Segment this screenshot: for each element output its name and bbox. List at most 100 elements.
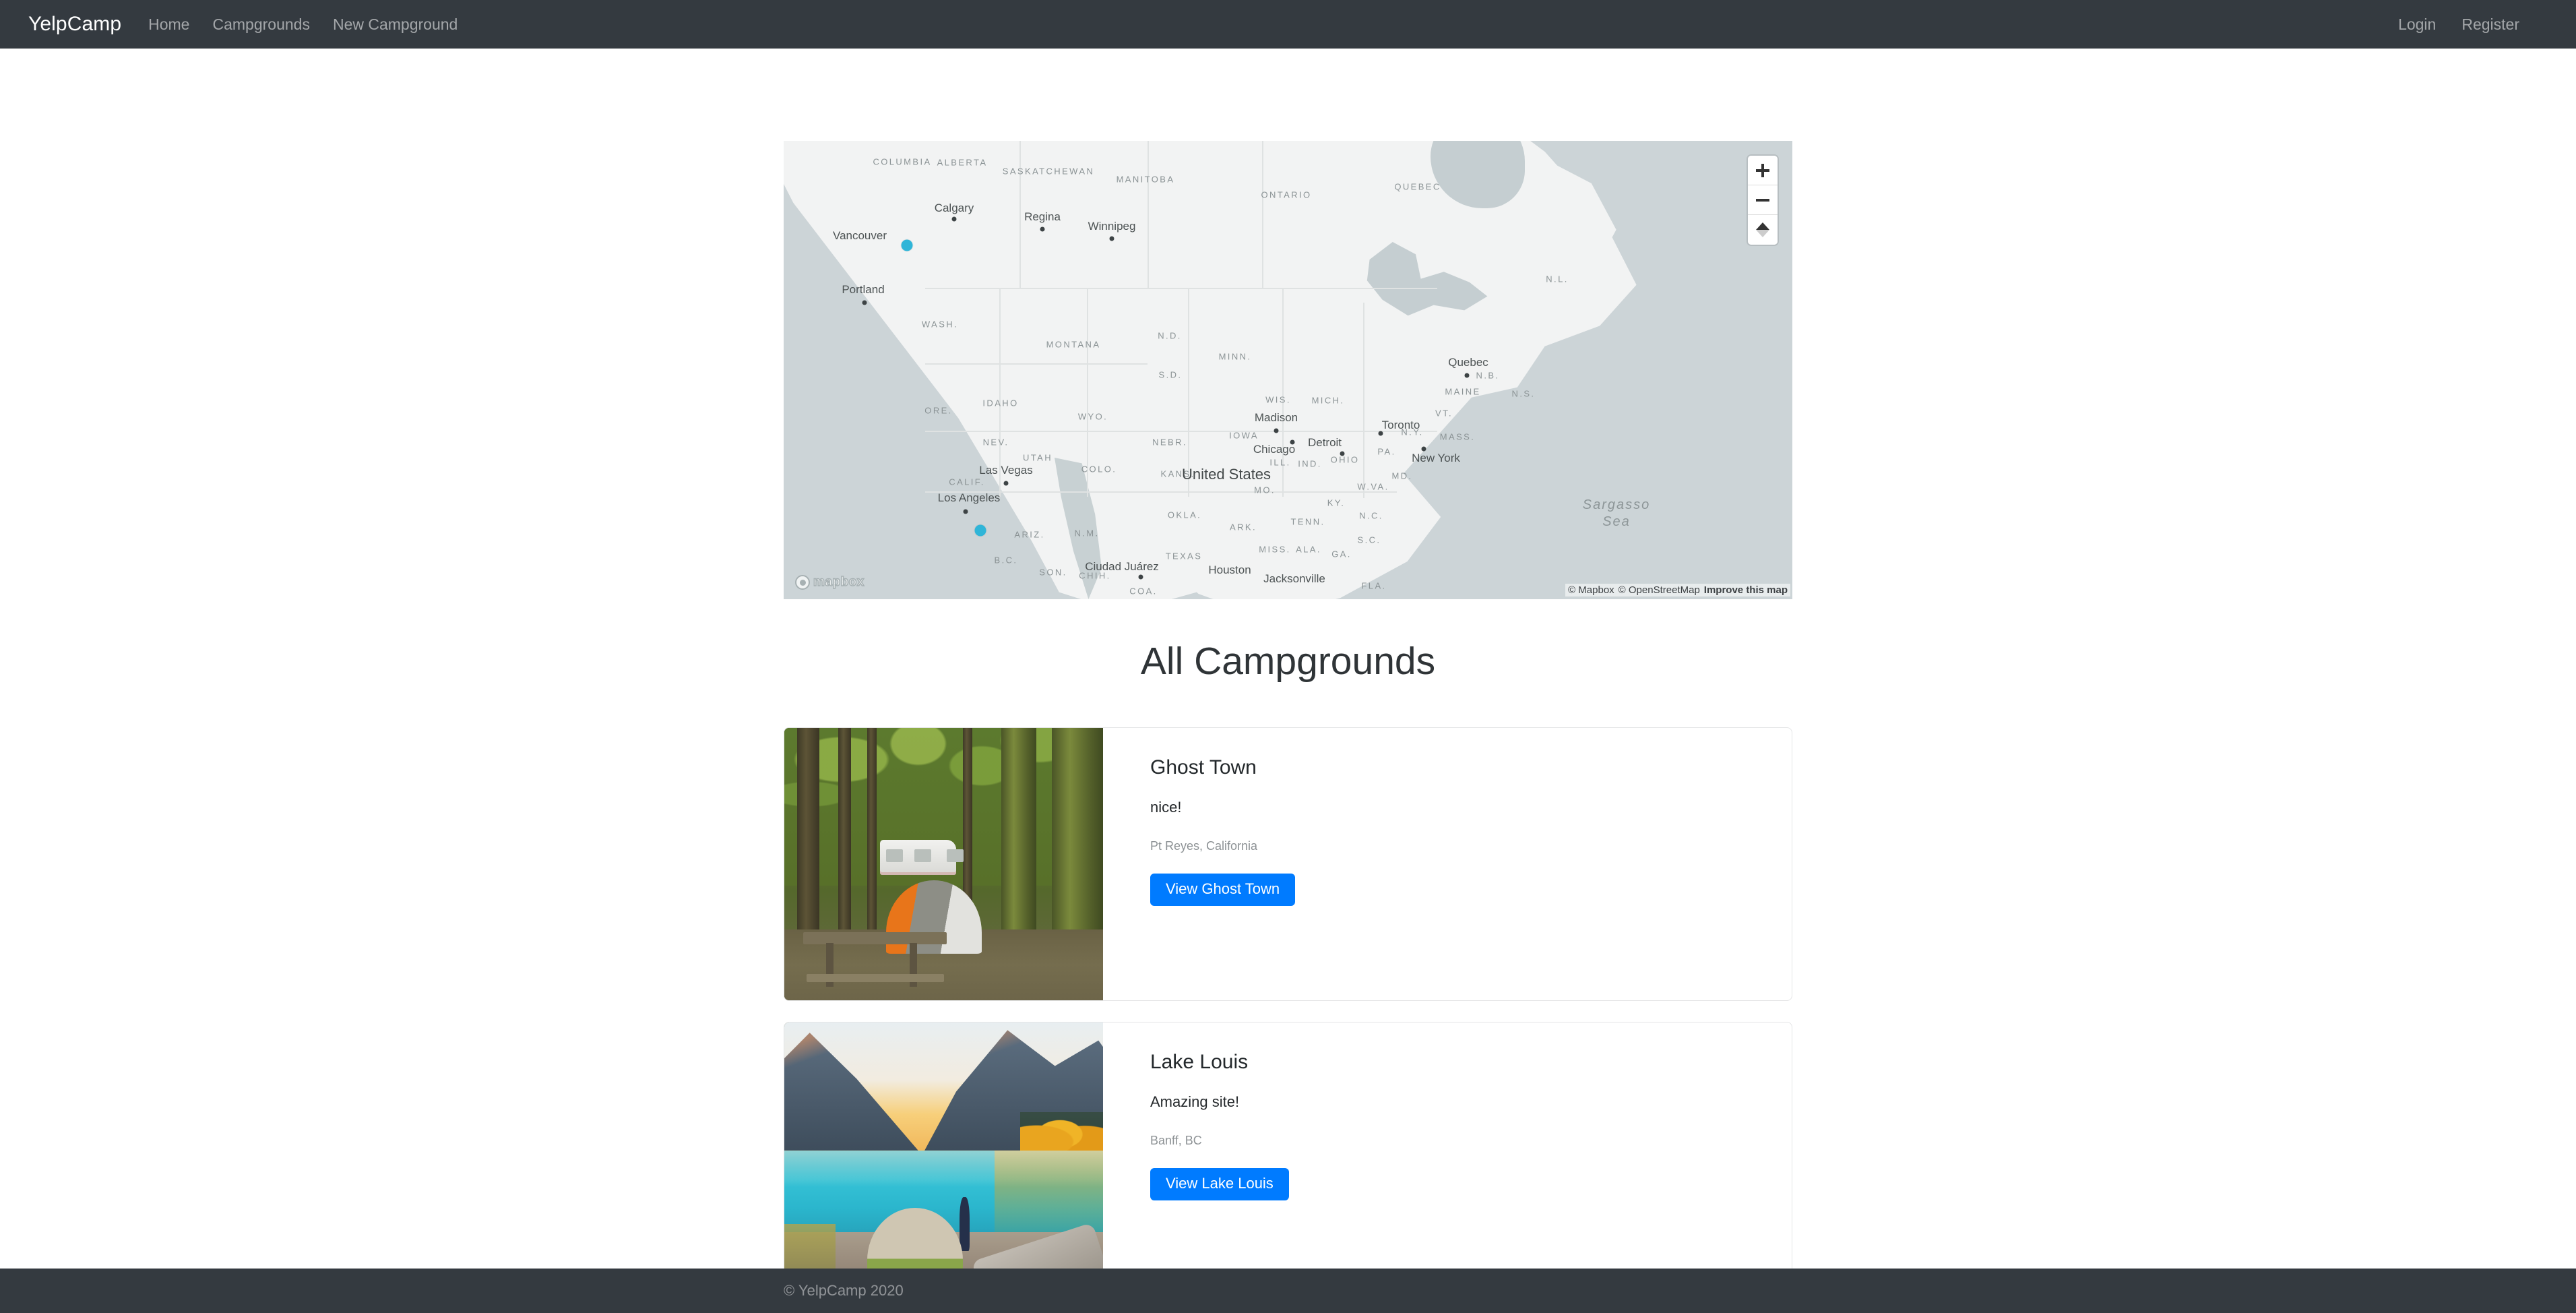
border-vertical-2 <box>1148 141 1149 288</box>
mountain-glow <box>784 1033 918 1151</box>
city-dot-los-angeles <box>963 509 968 514</box>
campground-list: Ghost Town nice! Pt Reyes, California Vi… <box>784 727 1792 1313</box>
mapbox-logo[interactable]: mapbox <box>795 574 865 590</box>
map-label-ontario: ONTARIO <box>1261 189 1312 200</box>
map-label-ill: ILL. <box>1269 457 1291 468</box>
nav-link-home[interactable]: Home <box>148 16 189 34</box>
map-label-sc: S.C. <box>1357 535 1381 545</box>
map-label-tenn: TENN. <box>1290 516 1325 527</box>
campground-description: Amazing site! <box>1150 1093 1240 1110</box>
map-marker-ghost-town[interactable] <box>974 524 986 537</box>
city-dot-portland <box>862 300 867 305</box>
main-content: COLUMBIA ALBERTA SASKATCHEWAN MANITOBA O… <box>0 49 2576 1313</box>
campground-card[interactable]: Lake Louis Amazing site! Banff, BC View … <box>784 1022 1792 1295</box>
map-label-ky: KY. <box>1327 497 1346 508</box>
mapbox-inner-dot <box>799 579 806 586</box>
grey-tent <box>867 1207 963 1279</box>
nav-links: Home Campgrounds New Campground <box>148 16 458 34</box>
map-zoom-in-button[interactable] <box>1748 156 1778 185</box>
map-label-ga: GA. <box>1331 549 1352 559</box>
map-label-nd: N.D. <box>1158 330 1182 341</box>
map-label-idaho: IDAHO <box>982 398 1019 408</box>
map-attribution: © Mapbox © OpenStreetMap Improve this ma… <box>1565 584 1790 597</box>
campground-card-body: Lake Louis Amazing site! Banff, BC View … <box>1103 1022 1792 1295</box>
map-label-houston: Houston <box>1208 563 1251 576</box>
map-label-nc: N.C. <box>1359 510 1383 521</box>
map-controls <box>1748 156 1778 245</box>
brand-logo[interactable]: YelpCamp <box>28 13 121 36</box>
map-label-bc-mex: B.C. <box>994 555 1018 566</box>
campground-location: Banff, BC <box>1150 1134 1202 1147</box>
border-state-2 <box>925 431 1437 432</box>
minus-icon <box>1756 193 1769 207</box>
campground-thumbnail <box>784 1022 1103 1295</box>
city-dot-winnipeg <box>1109 236 1114 241</box>
map-label-los-angeles: Los Angeles <box>937 491 1001 504</box>
map-label-nm: N.M. <box>1074 528 1100 539</box>
cluster-map[interactable]: COLUMBIA ALBERTA SASKATCHEWAN MANITOBA O… <box>784 141 1792 599</box>
map-label-iowa: IOWA <box>1229 430 1259 441</box>
campground-title: Lake Louis <box>1150 1051 1249 1073</box>
map-label-las-vegas: Las Vegas <box>979 464 1033 477</box>
map-compass-button[interactable] <box>1748 215 1778 245</box>
map-label-ns: N.S. <box>1511 388 1536 399</box>
map-label-texas: TEXAS <box>1165 551 1203 561</box>
map-label-quebec: Quebec <box>1448 356 1488 369</box>
map-label-chicago: Chicago <box>1253 443 1296 456</box>
attrib-osm[interactable]: © OpenStreetMap <box>1619 584 1700 596</box>
map-label-united-states: United States <box>1181 466 1271 483</box>
city-dot-toronto <box>1378 431 1383 436</box>
border-state-8 <box>1363 303 1364 498</box>
map-label-ind: IND. <box>1298 458 1322 469</box>
map-label-sd: S.D. <box>1158 369 1183 380</box>
lake-campsite-image <box>784 1022 1103 1295</box>
map-zoom-out-button[interactable] <box>1748 185 1778 215</box>
view-campground-button[interactable]: View Lake Louis <box>1150 1168 1289 1200</box>
map-label-okla: OKLA. <box>1167 510 1202 520</box>
map-label-new-york: New York <box>1412 452 1460 464</box>
nav-link-new-campground[interactable]: New Campground <box>333 16 458 34</box>
map-label-fla: FLA. <box>1361 580 1387 591</box>
lake-reflection <box>995 1150 1103 1233</box>
campground-title: Ghost Town <box>1150 756 1257 778</box>
map-label-nl: N.L. <box>1546 274 1569 284</box>
border-state-1 <box>925 363 1148 365</box>
page-footer: © YelpCamp 2020 <box>0 1269 2576 1313</box>
plus-icon <box>1756 163 1769 177</box>
campground-card-body: Ghost Town nice! Pt Reyes, California Vi… <box>1103 728 1792 1000</box>
map-label-coa: COA. <box>1129 586 1158 597</box>
city-dot-ciudad-juarez <box>1138 574 1143 580</box>
city-dot-regina <box>1040 226 1045 232</box>
view-campground-button[interactable]: View Ghost Town <box>1150 874 1296 906</box>
map-label-ariz: ARIZ. <box>1014 529 1045 540</box>
map-marker-lake-louis[interactable] <box>901 239 913 251</box>
map-label-son: SON. <box>1039 567 1067 578</box>
page-root: YelpCamp Home Campgrounds New Campground… <box>0 0 2576 1313</box>
attrib-mapbox[interactable]: © Mapbox <box>1568 584 1614 596</box>
map-label-nb: N.B. <box>1476 370 1500 381</box>
nav-link-campgrounds[interactable]: Campgrounds <box>212 16 309 34</box>
border-vertical-1 <box>1019 141 1021 288</box>
page-title: All Campgrounds <box>1140 640 1436 683</box>
nav-link-login[interactable]: Login <box>2398 16 2436 34</box>
table-bench <box>806 974 944 983</box>
nav-link-register[interactable]: Register <box>2461 16 2519 34</box>
map-canvas: COLUMBIA ALBERTA SASKATCHEWAN MANITOBA O… <box>784 141 1792 599</box>
rv-trailer <box>879 839 957 876</box>
map-label-jacksonville: Jacksonville <box>1263 572 1325 585</box>
map-label-ohio: OHIO <box>1330 454 1360 465</box>
border-canada-us <box>925 288 1437 289</box>
attrib-improve-link[interactable]: Improve this map <box>1704 584 1788 596</box>
map-label-miss: MISS. <box>1259 544 1291 555</box>
map-label-toronto: Toronto <box>1381 419 1420 431</box>
compass-icon <box>1756 222 1769 237</box>
map-label-saskatchewan: SASKATCHEWAN <box>1002 166 1095 177</box>
map-label-vt: VT. <box>1435 408 1453 419</box>
nav-auth-links: Login Register <box>2398 16 2548 34</box>
campground-card[interactable]: Ghost Town nice! Pt Reyes, California Vi… <box>784 727 1792 1001</box>
picnic-table <box>803 932 947 987</box>
city-dot-calgary <box>951 216 957 222</box>
map-label-utah: UTAH <box>1022 452 1053 463</box>
map-label-portland: Portland <box>842 283 885 296</box>
map-label-md: MD. <box>1391 470 1413 481</box>
